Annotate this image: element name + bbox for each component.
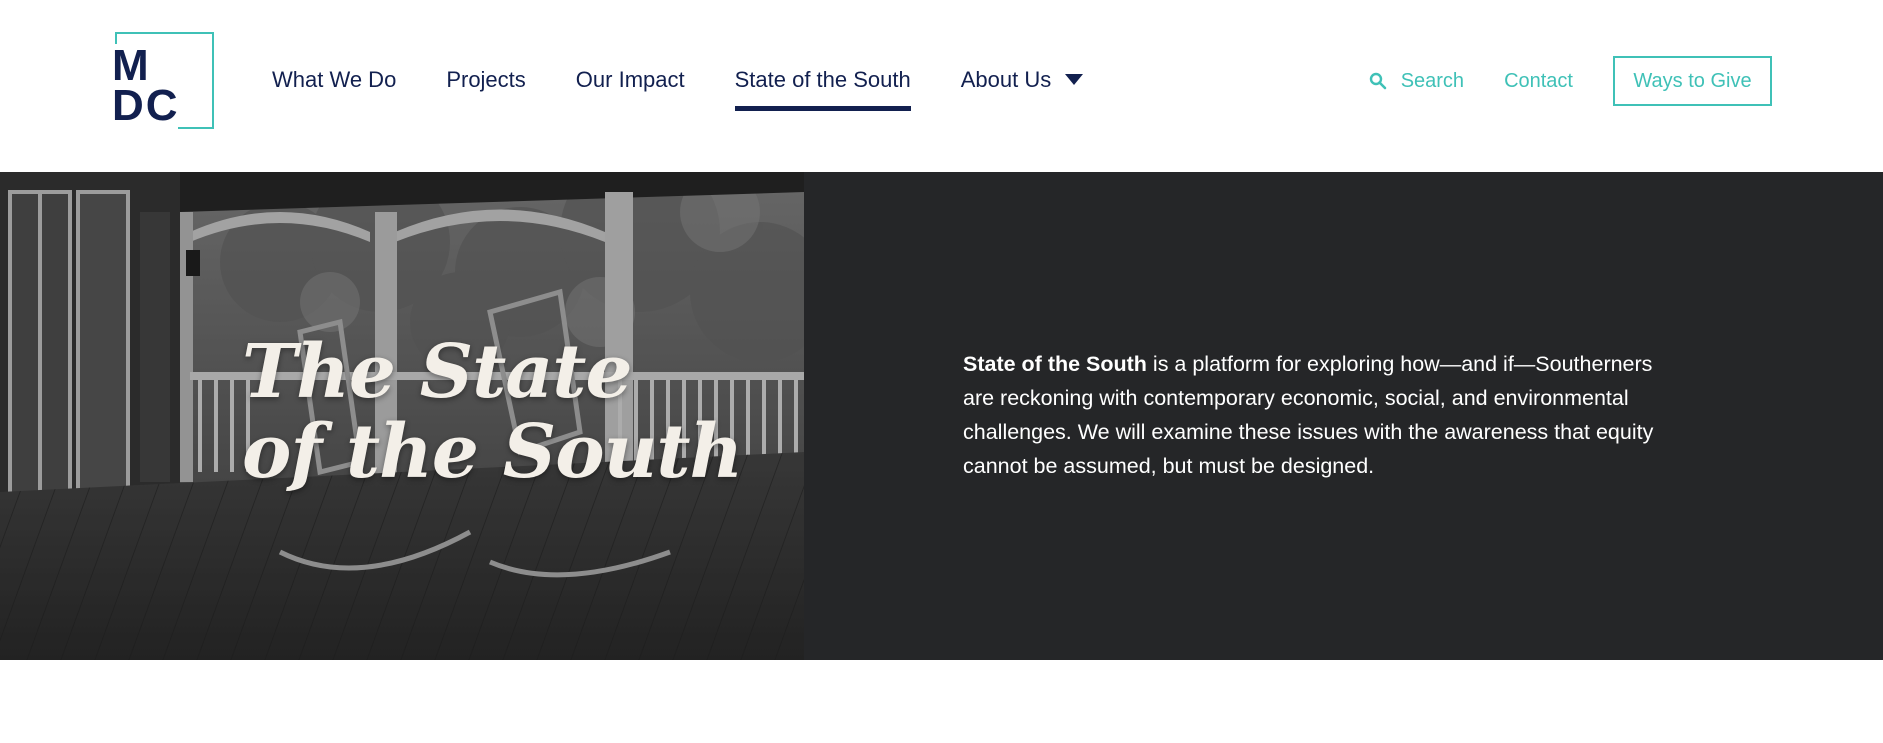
- nav-what-we-do[interactable]: What We Do: [272, 64, 396, 96]
- nav-about-us[interactable]: About Us: [961, 64, 1084, 96]
- ways-to-give-button[interactable]: Ways to Give: [1613, 56, 1772, 106]
- hero-intro-bold: State of the South: [963, 352, 1147, 376]
- nav-state-of-the-south[interactable]: State of the South: [734, 64, 911, 111]
- nav-our-impact[interactable]: Our Impact: [576, 64, 685, 96]
- hero-intro: State of the South is a platform for exp…: [963, 347, 1663, 483]
- search-button[interactable]: Search: [1369, 70, 1464, 93]
- hero-title-line2: of the South: [242, 409, 743, 495]
- hero-section: The State of the South State of the Sout…: [0, 172, 1883, 660]
- porch-photo: The State of the South: [0, 172, 804, 660]
- search-icon: [1369, 72, 1386, 90]
- utility-nav: Search Contact Ways to Give: [1369, 56, 1772, 106]
- search-label: Search: [1400, 69, 1465, 92]
- contact-link[interactable]: Contact: [1504, 70, 1573, 93]
- chevron-down-icon: [1065, 73, 1084, 85]
- logo-text: M DC: [112, 41, 180, 130]
- hero-title: The State of the South: [242, 329, 743, 495]
- nav-projects[interactable]: Projects: [446, 64, 525, 96]
- mdc-logo[interactable]: M DC: [112, 32, 214, 144]
- nav-about-us-label: About Us: [960, 67, 1052, 92]
- main-nav: What We Do Projects Our Impact State of …: [272, 64, 1133, 114]
- site-header: M DC What We Do Projects Our Impact Stat…: [0, 0, 1883, 172]
- hero-title-line1: The State: [242, 329, 633, 415]
